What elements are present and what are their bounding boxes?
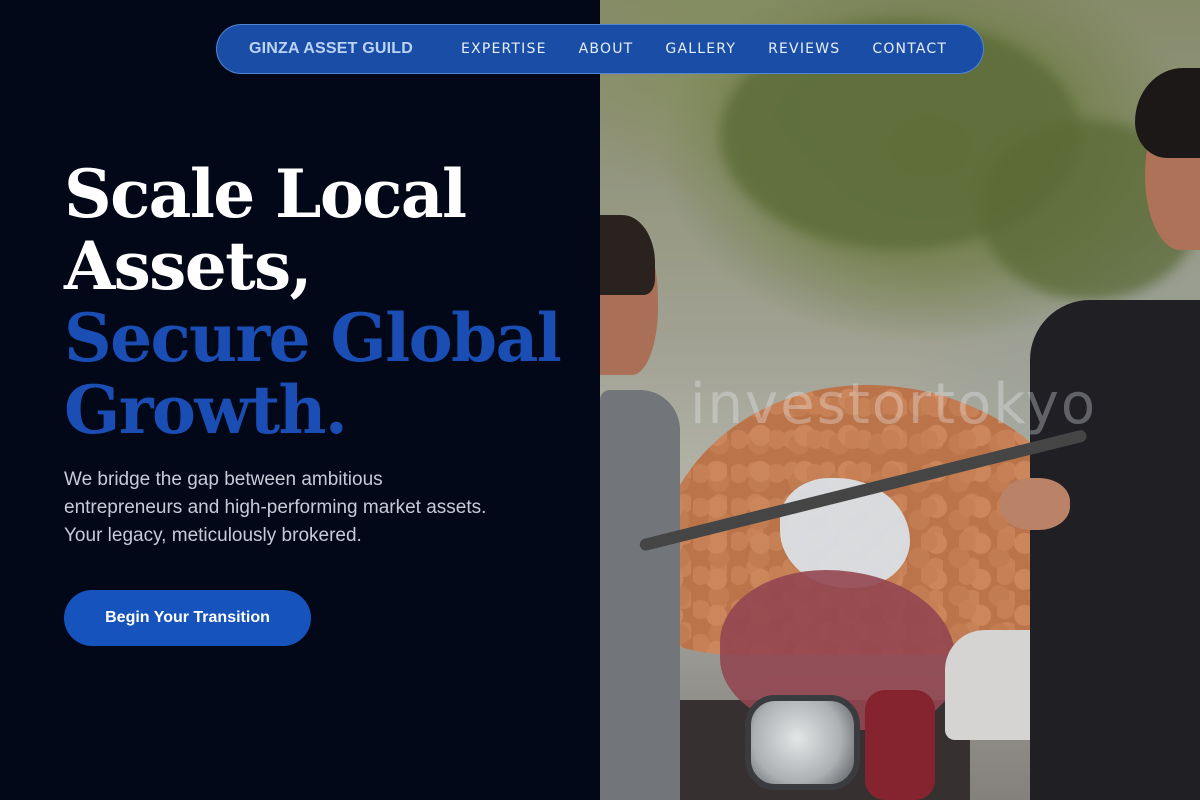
top-nav: GINZA ASSET GUILD EXPERTISE ABOUT GALLER… xyxy=(216,24,984,74)
brand-logo[interactable]: GINZA ASSET GUILD xyxy=(249,40,413,58)
watermark-text: investortokyo xyxy=(690,372,1098,437)
nav-link-reviews[interactable]: REVIEWS xyxy=(768,41,840,57)
headline-line-4: Growth. xyxy=(64,371,348,449)
nav-link-gallery[interactable]: GALLERY xyxy=(665,41,736,57)
hero-headline: Scale Local Assets, Secure Global Growth… xyxy=(64,158,584,446)
headline-line-2: Assets, xyxy=(64,227,313,305)
nav-link-contact[interactable]: CONTACT xyxy=(872,41,947,57)
headline-line-3: Secure Global xyxy=(64,299,562,377)
nav-links: EXPERTISE ABOUT GALLERY REVIEWS CONTACT xyxy=(461,41,947,57)
headline-line-1: Scale Local xyxy=(64,155,467,233)
nav-link-expertise[interactable]: EXPERTISE xyxy=(461,41,547,57)
hero-subtext: We bridge the gap between ambitious entr… xyxy=(64,469,487,546)
begin-transition-button[interactable]: Begin Your Transition xyxy=(64,590,311,646)
nav-link-about[interactable]: ABOUT xyxy=(579,41,634,57)
